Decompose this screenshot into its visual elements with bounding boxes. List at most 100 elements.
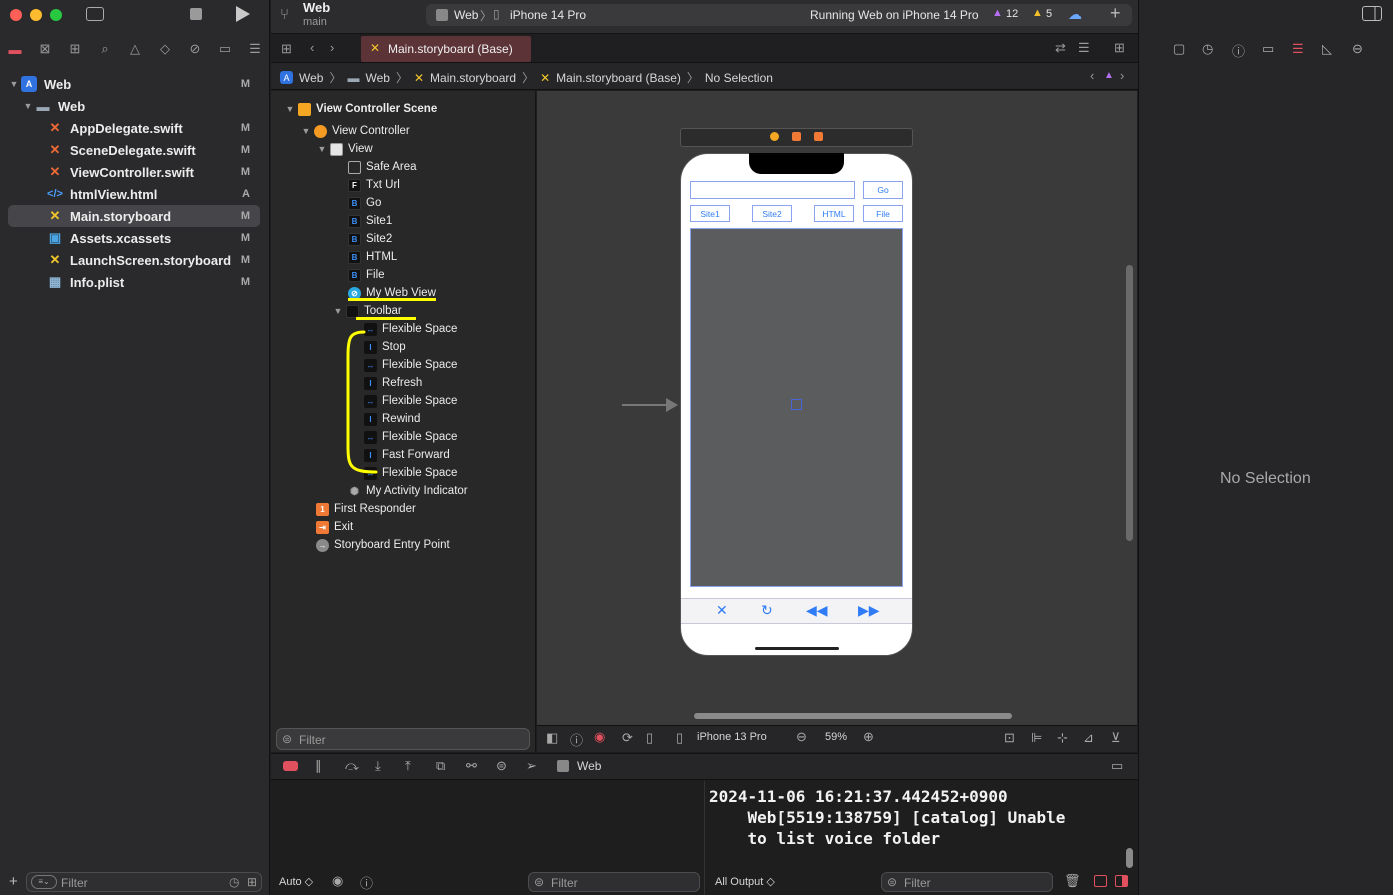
scm-filter-icon[interactable]: ⊞ xyxy=(247,875,257,889)
trash-icon[interactable]: 🗑 xyxy=(1064,873,1081,889)
editor-options-icon[interactable]: ☰ xyxy=(1078,40,1090,56)
console-scrollbar[interactable] xyxy=(1126,848,1133,868)
outline-item-html[interactable]: B HTML xyxy=(348,248,397,266)
nav-item-file[interactable]: ✕ LaunchScreen.storyboard M xyxy=(8,249,260,271)
fast-forward-icon[interactable]: ▶▶ xyxy=(858,602,880,619)
back-icon[interactable]: ‹ xyxy=(310,40,314,55)
memory-graph-icon[interactable]: ⚯ xyxy=(466,758,477,774)
nav-item-file-selected[interactable]: ✕ Main.storyboard M xyxy=(8,205,260,227)
exit-icon[interactable] xyxy=(814,132,823,141)
nav-item-file[interactable]: ✕ SceneDelegate.swift M xyxy=(8,139,260,161)
close-window-button[interactable] xyxy=(10,9,22,21)
layout-icon[interactable]: ▯ xyxy=(646,730,653,746)
refresh-icon[interactable]: ↻ xyxy=(761,602,773,619)
related-items-icon[interactable]: ⇄ xyxy=(1055,40,1066,56)
eye-icon[interactable]: ◉ xyxy=(332,873,343,889)
step-out-icon[interactable]: ⤒ xyxy=(405,758,411,774)
outline-item-view[interactable]: ▼ View xyxy=(316,140,373,158)
file-button[interactable]: File xyxy=(863,205,903,222)
runtime-issue-icon[interactable]: ▲ xyxy=(992,7,1003,19)
source-control-navigator-icon[interactable]: ⊠ xyxy=(36,40,54,58)
nav-item-file[interactable]: ✕ ViewController.swift M xyxy=(8,161,260,183)
url-text-field[interactable] xyxy=(690,181,855,199)
add-icon[interactable]: + xyxy=(9,873,18,890)
chevron-down-icon[interactable]: ▼ xyxy=(284,104,296,114)
cloud-icon[interactable]: ☁ xyxy=(1068,6,1082,23)
outline-item-txt-url[interactable]: F Txt Url xyxy=(348,176,400,194)
appearance-icon[interactable]: ⓘ xyxy=(570,730,583,749)
outline-item-file[interactable]: B File xyxy=(348,266,385,284)
stop-icon[interactable] xyxy=(190,8,202,20)
activity-indicator[interactable] xyxy=(791,399,802,410)
show-variables-icon[interactable] xyxy=(1094,875,1107,887)
previous-issue-icon[interactable]: ‹ xyxy=(1090,68,1094,83)
recent-files-icon[interactable]: ◷ xyxy=(229,875,239,889)
scheme-selector[interactable]: Web xyxy=(454,8,478,22)
add-constraints-icon[interactable]: ⊹ xyxy=(1057,730,1068,746)
zoom-in-icon[interactable]: ⊕ xyxy=(863,729,874,745)
info-icon[interactable]: ⓘ xyxy=(360,873,373,892)
nav-item-file[interactable]: ▦ Info.plist M xyxy=(8,271,260,293)
chevron-down-icon[interactable]: ▼ xyxy=(300,126,312,136)
navigator-filter-field[interactable]: ≡⌄ Filter ◷ ⊞ xyxy=(26,872,262,892)
breadcrumb-item[interactable]: Main.storyboard xyxy=(430,71,516,85)
grid-icon[interactable]: ⊞ xyxy=(281,41,292,57)
run-icon[interactable] xyxy=(236,6,250,22)
nav-item-group[interactable]: ▼ ▬ Web xyxy=(8,95,260,117)
file-inspector-icon[interactable]: ▢ xyxy=(1173,41,1185,57)
horizontal-scrollbar[interactable] xyxy=(694,713,1012,719)
outline-item-activity-indicator[interactable]: ✺ My Activity Indicator xyxy=(348,482,468,500)
resolve-issues-icon[interactable]: ⊿ xyxy=(1083,730,1094,746)
device-selector[interactable]: iPhone 13 Pro xyxy=(697,731,767,743)
outline-item-site1[interactable]: B Site1 xyxy=(348,212,392,230)
outline-item-safe-area[interactable]: Safe Area xyxy=(348,158,417,176)
breadcrumb-item[interactable]: No Selection xyxy=(705,71,773,85)
nav-item-file[interactable]: ✕ AppDelegate.swift M xyxy=(8,117,260,139)
site2-button[interactable]: Site2 xyxy=(752,205,792,222)
history-inspector-icon[interactable]: ◷ xyxy=(1202,41,1213,57)
sidebar-toggle-icon[interactable] xyxy=(86,7,104,21)
forward-icon[interactable]: › xyxy=(330,40,334,55)
vertical-scrollbar[interactable] xyxy=(1126,265,1133,541)
variation-icon[interactable]: ◉ xyxy=(594,729,605,745)
step-into-icon[interactable]: ⤓ xyxy=(375,758,381,774)
attributes-inspector-icon[interactable]: ☰ xyxy=(1292,41,1304,57)
help-inspector-icon[interactable]: ⓘ xyxy=(1232,41,1245,60)
chevron-down-icon[interactable]: ▼ xyxy=(22,101,34,111)
view-hierarchy-icon[interactable]: ⧉ xyxy=(436,758,445,774)
pause-icon[interactable]: ∥ xyxy=(315,758,322,774)
breadcrumb-item[interactable]: Main.storyboard (Base) xyxy=(556,71,681,85)
outline-toggle-icon[interactable]: ◧ xyxy=(546,730,558,746)
destination-selector[interactable]: iPhone 14 Pro xyxy=(510,8,586,22)
runtime-issue-count[interactable]: 12 xyxy=(1006,8,1018,20)
show-console-icon[interactable] xyxy=(1115,875,1128,887)
zoom-window-button[interactable] xyxy=(50,9,62,21)
report-navigator-icon[interactable]: ☰ xyxy=(246,40,264,58)
outline-item-exit[interactable]: ⇥ Exit xyxy=(316,518,353,536)
html-button[interactable]: HTML xyxy=(814,205,854,222)
folder-navigator-icon[interactable]: ▬ xyxy=(6,40,24,58)
debug-target[interactable]: Web xyxy=(577,759,601,773)
inspector-toggle-icon[interactable] xyxy=(1362,6,1382,21)
console-filter-field[interactable]: ⊜ Filter xyxy=(881,872,1053,892)
warning-count[interactable]: 5 xyxy=(1046,8,1052,20)
breadcrumb-item[interactable]: Web xyxy=(365,71,389,85)
split-editor-icon[interactable]: ⊞ xyxy=(1114,40,1125,56)
variables-filter-field[interactable]: ⊜ Filter xyxy=(528,872,700,892)
update-frames-icon[interactable]: ⊡ xyxy=(1004,730,1015,746)
nav-item-project[interactable]: ▼ A Web M xyxy=(8,73,260,95)
hide-debug-area-icon[interactable]: ▭ xyxy=(1111,758,1123,774)
view-controller-icon[interactable] xyxy=(770,132,779,141)
chevron-down-icon[interactable]: ▼ xyxy=(316,144,328,154)
debug-navigator-icon[interactable]: ⊘ xyxy=(186,40,204,58)
identity-inspector-icon[interactable]: ▭ xyxy=(1262,41,1274,57)
add-library-icon[interactable]: + xyxy=(1110,3,1121,24)
breakpoints-toggle-icon[interactable] xyxy=(283,761,298,771)
chevron-down-icon[interactable]: ▼ xyxy=(332,306,344,316)
go-button[interactable]: Go xyxy=(863,181,903,199)
minimize-window-button[interactable] xyxy=(30,9,42,21)
outline-item-view-controller[interactable]: ▼ View Controller xyxy=(300,122,410,140)
issue-icon[interactable]: ▲ xyxy=(1104,70,1114,81)
environment-overrides-icon[interactable]: ⊜ xyxy=(496,758,507,774)
device-icon[interactable]: ▯ xyxy=(676,730,683,746)
